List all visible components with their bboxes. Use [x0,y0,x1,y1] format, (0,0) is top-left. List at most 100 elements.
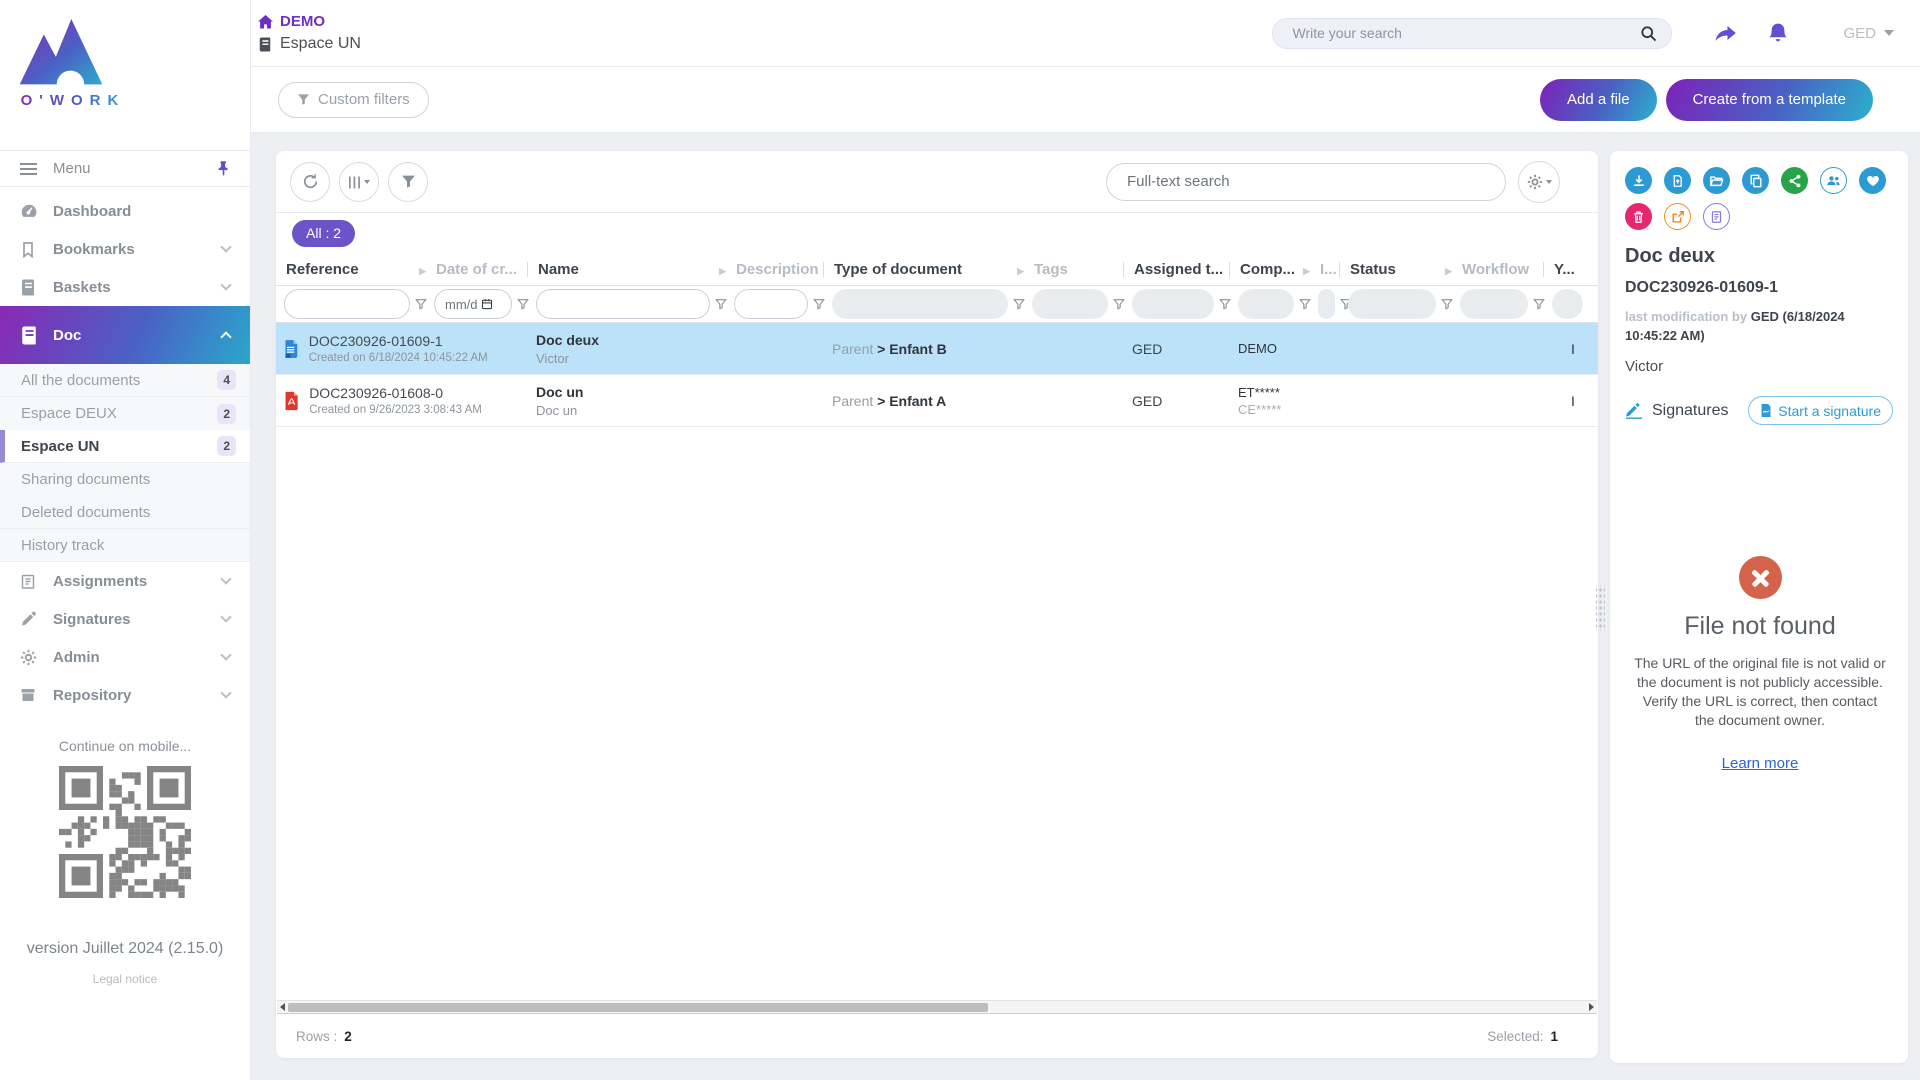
sidebar-item-bookmarks[interactable]: Bookmarks [0,230,250,268]
column-header-type[interactable]: Type of document [832,261,1032,278]
column-header-name[interactable]: Name [536,261,734,278]
filter-name-input[interactable] [536,289,710,319]
legal-notice-link[interactable]: Legal notice [0,972,250,986]
rows-count: 2 [344,1029,352,1044]
copy-button[interactable] [1742,167,1769,194]
panel-resize-handle[interactable] [1596,585,1605,631]
topbar-actions: GED [1272,18,1920,49]
filter-reference-input[interactable] [284,289,410,319]
refresh-button[interactable] [290,162,330,202]
delete-button[interactable] [1625,203,1652,230]
table-settings-button[interactable] [1518,161,1560,203]
column-header-assigned[interactable]: Assigned t... [1132,261,1238,278]
global-search-input[interactable] [1292,25,1640,41]
column-header-description[interactable]: Description [734,261,832,278]
filter-button[interactable] [388,162,428,202]
share-button[interactable] [1781,167,1808,194]
column-header-date[interactable]: Date of cr... [434,261,536,278]
open-folder-button[interactable] [1703,167,1730,194]
download-button[interactable] [1625,167,1652,194]
sidebar-item-history-track[interactable]: History track [0,529,250,562]
sidebar-item-baskets[interactable]: Baskets [0,268,250,306]
favorite-button[interactable] [1859,167,1886,194]
mobile-hint: Continue on mobile... [0,738,250,754]
document-author: Victor [1625,358,1908,375]
sidebar-item-signatures[interactable]: Signatures [0,600,250,638]
funnel-icon[interactable] [715,298,727,310]
column-header-i[interactable]: I... [1318,261,1348,278]
filter-company-select[interactable] [1238,289,1294,319]
sidebar-item-admin[interactable]: Admin [0,638,250,676]
menu-toggle[interactable]: Menu [0,150,250,187]
funnel-icon[interactable] [1533,298,1545,310]
filter-status-select[interactable] [1348,289,1436,319]
bell-icon[interactable] [1767,22,1789,45]
open-external-button[interactable] [1664,203,1691,230]
funnel-icon[interactable] [517,298,529,310]
learn-more-link[interactable]: Learn more [1722,755,1799,772]
funnel-icon[interactable] [1299,298,1311,310]
funnel-icon[interactable] [1219,298,1231,310]
pen-icon [20,611,38,628]
horizontal-scrollbar[interactable] [277,1000,1597,1014]
sidebar-item-dashboard[interactable]: Dashboard [0,192,250,230]
sidebar-item-repository[interactable]: Repository [0,676,250,714]
user-menu[interactable]: GED [1843,25,1894,42]
sidebar-item-espace-un[interactable]: Espace UN 2 [0,430,250,463]
table-row[interactable]: DOC230926-01608-0 Created on 9/26/2023 3… [276,375,1598,427]
sidebar-item-doc[interactable]: Doc [0,306,250,364]
filter-date-input[interactable]: mm/d [434,289,512,319]
funnel-icon[interactable] [1113,298,1125,310]
custom-filters-button[interactable]: Custom filters [278,82,429,118]
filter-assigned-select[interactable] [1132,289,1214,319]
funnel-icon[interactable] [813,298,825,310]
sidebar-item-espace-deux[interactable]: Espace DEUX 2 [0,397,250,430]
add-file-button[interactable]: Add a file [1540,79,1657,121]
scroll-right-arrow[interactable] [1589,1003,1594,1011]
funnel-icon[interactable] [415,298,427,310]
chevron-up-icon [220,331,231,342]
full-text-search-input[interactable] [1127,173,1485,190]
last-modification: last modification by GED (6/18/2024 10:4… [1625,307,1908,345]
filter-tags-select[interactable] [1032,289,1108,319]
column-header-status[interactable]: Status [1348,261,1460,278]
share-icon[interactable] [1712,21,1739,45]
scroll-left-arrow[interactable] [280,1003,285,1011]
filter-y-select[interactable] [1552,289,1583,319]
upload-version-button[interactable] [1664,167,1691,194]
filter-i-select[interactable] [1318,289,1335,319]
full-text-search[interactable] [1106,163,1506,201]
calendar-icon[interactable] [481,298,493,310]
sidebar-item-all-documents[interactable]: All the documents 4 [0,364,250,397]
sidebar-item-assignments[interactable]: Assignments [0,562,250,600]
filter-workflow-select[interactable] [1460,289,1528,319]
tab-all[interactable]: All : 2 [292,220,355,247]
columns-button[interactable]: ||| [339,162,379,202]
column-header-workflow[interactable]: Workflow [1460,261,1552,278]
global-search[interactable] [1272,18,1672,49]
sidebar-item-sharing-documents[interactable]: Sharing documents [0,463,250,496]
breadcrumb-page[interactable]: Espace UN [258,35,361,53]
column-header-company[interactable]: Comp... [1238,261,1318,278]
assign-users-button[interactable] [1820,167,1847,194]
start-signature-button[interactable]: Start a signature [1748,396,1893,425]
create-from-template-button[interactable]: Create from a template [1666,79,1873,121]
table-row[interactable]: DOC230926-01609-1 Created on 6/18/2024 1… [276,323,1598,375]
filter-type-select[interactable] [832,289,1008,319]
filter-reference [284,289,434,319]
search-icon[interactable] [1640,25,1657,42]
sidebar-item-deleted-documents[interactable]: Deleted documents [0,496,250,529]
breadcrumb-root[interactable]: DEMO [258,13,361,30]
column-header-y[interactable]: Y... [1552,261,1590,278]
pin-icon[interactable] [217,161,230,176]
column-header-reference[interactable]: Reference [284,261,434,278]
selected-count: 1 [1550,1029,1558,1044]
funnel-icon[interactable] [1441,298,1453,310]
type-child: > Enfant A [877,393,946,409]
signature-pen-icon [1625,403,1643,419]
funnel-icon[interactable] [1013,298,1025,310]
scrollbar-thumb[interactable] [288,1003,988,1012]
filter-description-input[interactable] [734,289,808,319]
document-properties-button[interactable] [1703,203,1730,230]
column-header-tags[interactable]: Tags [1032,261,1132,278]
